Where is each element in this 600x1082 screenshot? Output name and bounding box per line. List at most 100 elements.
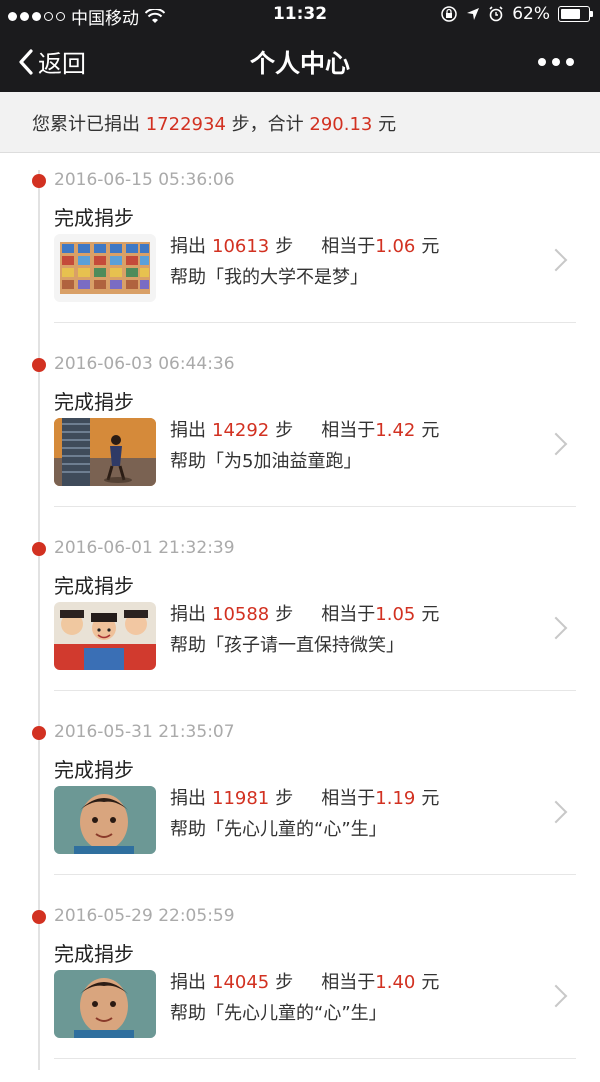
alarm-icon — [489, 6, 503, 22]
entry-steps: 14045 — [212, 972, 270, 993]
entry-amount: 1.06 — [375, 236, 416, 257]
yuan-unit: 元 — [421, 604, 440, 625]
entry-donation-line: 捐出 10588 步 相当于1.05 元 — [170, 600, 439, 626]
entry-donation-line: 捐出 14045 步 相当于1.40 元 — [170, 968, 439, 994]
equals-label: 相当于 — [321, 788, 376, 809]
donate-label: 捐出 — [170, 604, 206, 625]
entry-project-line: 帮助「孩子请一直保持微笑」 — [170, 631, 404, 657]
divider — [54, 322, 576, 323]
timeline-dot — [32, 910, 46, 924]
entry-steps: 11981 — [212, 788, 270, 809]
project-thumbnail — [54, 602, 156, 670]
yuan-unit: 元 — [421, 420, 440, 441]
project-thumbnail — [54, 418, 156, 486]
summary-suffix: 元 — [378, 114, 397, 135]
entry-amount: 1.19 — [375, 788, 416, 809]
divider — [54, 874, 576, 875]
steps-unit: 步 — [275, 788, 294, 809]
entry-amount: 1.40 — [375, 972, 416, 993]
summary-steps: 1722934 — [145, 114, 226, 135]
timeline-dot — [32, 542, 46, 556]
steps-unit: 步 — [275, 604, 294, 625]
entry-status: 完成捐步 — [54, 390, 134, 414]
nav-bar: 返回 个人中心 — [0, 30, 600, 92]
donation-entry[interactable]: 2016-05-29 22:05:59 完成捐步 捐出 14045 步 相当于1.40… — [0, 898, 600, 1082]
entry-date: 2016-05-29 22:05:59 — [54, 906, 235, 926]
entry-project: 「我的大学不是梦」 — [206, 267, 368, 288]
summary-prefix: 您累计已捐出 — [32, 114, 140, 135]
steps-unit: 步 — [275, 420, 294, 441]
entry-status: 完成捐步 — [54, 942, 134, 966]
summary-mid: 步，合计 — [231, 114, 304, 135]
entry-status: 完成捐步 — [54, 758, 134, 782]
entry-donation-line: 捐出 10613 步 相当于1.06 元 — [170, 232, 439, 258]
summary-amount: 290.13 — [309, 114, 373, 135]
entry-date: 2016-05-31 21:35:07 — [54, 722, 235, 742]
page-title: 个人中心 — [249, 49, 350, 78]
entry-status: 完成捐步 — [54, 574, 134, 598]
entry-project: 「为5加油益童跑」 — [206, 451, 362, 472]
timeline-dot — [32, 726, 46, 740]
entry-amount: 1.05 — [375, 604, 416, 625]
donation-entry[interactable]: 2016-06-01 21:32:39 完成捐步 捐出 10588 步 相当于1.05… — [0, 530, 600, 714]
entry-date: 2016-06-15 05:36:06 — [54, 170, 235, 190]
help-label: 帮助 — [170, 819, 206, 840]
status-bar: 中国移动 11:32 62% — [0, 0, 600, 30]
battery-percent: 62% — [512, 4, 550, 24]
more-icon[interactable] — [538, 58, 574, 66]
yuan-unit: 元 — [421, 236, 440, 257]
project-thumbnail — [54, 786, 156, 854]
battery-icon — [558, 6, 593, 22]
entry-project-line: 帮助「先心儿童的“心”生」 — [170, 815, 387, 841]
yuan-unit: 元 — [421, 788, 440, 809]
entry-project: 「先心儿童的“心”生」 — [206, 1003, 387, 1024]
equals-label: 相当于 — [321, 604, 376, 625]
donate-label: 捐出 — [170, 788, 206, 809]
equals-label: 相当于 — [321, 972, 376, 993]
donate-label: 捐出 — [170, 420, 206, 441]
chevron-right-icon — [544, 432, 568, 456]
donation-summary: 您累计已捐出 1722934 步，合计 290.13 元 — [0, 92, 600, 153]
entry-date: 2016-06-03 06:44:36 — [54, 354, 235, 374]
project-thumbnail — [54, 970, 156, 1038]
equals-label: 相当于 — [321, 236, 376, 257]
entry-amount: 1.42 — [375, 420, 416, 441]
chevron-right-icon — [544, 984, 568, 1008]
entry-project: 「孩子请一直保持微笑」 — [206, 635, 404, 656]
donation-entry[interactable]: 2016-06-03 06:44:36 完成捐步 捐出 14292 步 相当于1.42… — [0, 346, 600, 530]
divider — [54, 506, 576, 507]
donate-label: 捐出 — [170, 236, 206, 257]
status-right: 62% — [440, 4, 593, 24]
divider — [54, 690, 576, 691]
timeline-dot — [32, 358, 46, 372]
help-label: 帮助 — [170, 1003, 206, 1024]
chevron-right-icon — [544, 616, 568, 640]
timeline-dot — [32, 174, 46, 188]
entry-donation-line: 捐出 14292 步 相当于1.42 元 — [170, 416, 439, 442]
donation-entry[interactable]: 2016-06-15 05:36:06 完成捐步 捐出 10613 步 相当于1.06… — [0, 162, 600, 346]
entry-steps: 10613 — [212, 236, 270, 257]
entry-steps: 14292 — [212, 420, 270, 441]
help-label: 帮助 — [170, 267, 206, 288]
entry-date: 2016-06-01 21:32:39 — [54, 538, 235, 558]
help-label: 帮助 — [170, 451, 206, 472]
entry-project-line: 帮助「为5加油益童跑」 — [170, 447, 361, 473]
donate-label: 捐出 — [170, 972, 206, 993]
entry-project: 「先心儿童的“心”生」 — [206, 819, 387, 840]
help-label: 帮助 — [170, 635, 206, 656]
equals-label: 相当于 — [321, 420, 376, 441]
chevron-right-icon — [544, 248, 568, 272]
location-icon — [467, 8, 480, 20]
entry-status: 完成捐步 — [54, 206, 134, 230]
entry-steps: 10588 — [212, 604, 270, 625]
steps-unit: 步 — [275, 972, 294, 993]
donation-entry[interactable]: 2016-05-31 21:35:07 完成捐步 捐出 11981 步 相当于1.19… — [0, 714, 600, 898]
entry-donation-line: 捐出 11981 步 相当于1.19 元 — [170, 784, 439, 810]
steps-unit: 步 — [275, 236, 294, 257]
rotation-lock-icon — [441, 6, 457, 22]
project-thumbnail — [54, 234, 156, 302]
entry-project-line: 帮助「先心儿童的“心”生」 — [170, 999, 387, 1025]
yuan-unit: 元 — [421, 972, 440, 993]
divider — [54, 1058, 576, 1059]
entry-project-line: 帮助「我的大学不是梦」 — [170, 263, 368, 289]
